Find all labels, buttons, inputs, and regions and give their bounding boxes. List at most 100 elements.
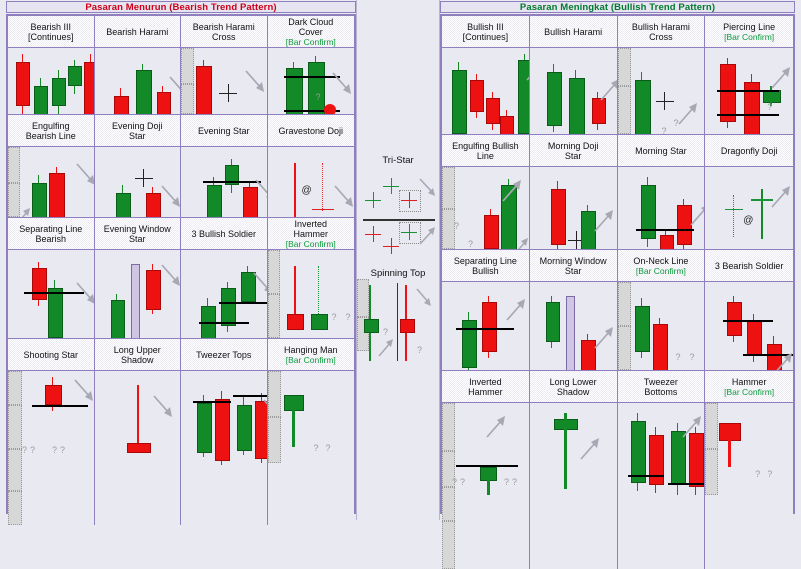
- pattern-name-line2: Hammer: [293, 228, 328, 239]
- pattern-cell-bearish-9[interactable]: Evening WindowStarGAP: [94, 218, 181, 339]
- pattern-artwork: [529, 167, 617, 249]
- down-arrow-icon: [255, 179, 267, 198]
- pattern-artwork: ??: [705, 403, 793, 569]
- pattern-artwork: ??: [8, 147, 94, 217]
- pattern-cell-bearish-3[interactable]: Dark Cloud Cover [Bar Confirm]?: [267, 16, 354, 115]
- pattern-artwork: GAP: [94, 250, 180, 338]
- pattern-cell-bullish-14[interactable]: Tweezer Bottoms: [617, 371, 706, 569]
- pattern-cell-bullish-6[interactable]: Morning Star: [617, 135, 706, 250]
- pattern-cell-bullish-7[interactable]: Dragonfly Doji @: [705, 135, 793, 250]
- up-arrow-icon: [771, 67, 791, 89]
- unknown-marker: ?: [767, 469, 773, 479]
- pattern-name-line2: Bearish: [35, 233, 66, 244]
- pattern-caption: Dragonfly Doji: [705, 135, 793, 167]
- pattern-cell-bearish-15[interactable]: Hanging Man [Bar Confirm]??: [267, 339, 354, 525]
- pattern-artwork: ??: [267, 371, 354, 525]
- pattern-cell-bullish-5[interactable]: Morning Doji Star: [529, 135, 618, 250]
- tristar-block: Tri-Star: [357, 155, 439, 270]
- pending-candle: [442, 521, 455, 569]
- bearish-candle: [689, 433, 704, 487]
- pattern-cell-bullish-11[interactable]: 3 Bearish Soldier: [705, 250, 793, 371]
- pattern-cell-bullish-13[interactable]: Long Lower Shadow: [529, 371, 618, 569]
- up-arrow-icon: [681, 416, 701, 438]
- unknown-marker: ?: [755, 469, 761, 479]
- pattern-artwork: [442, 48, 529, 134]
- pattern-cell-bullish-12[interactable]: Inverted Hammer????: [442, 371, 530, 569]
- pattern-caption: Bearish Harami: [94, 16, 180, 48]
- unknown-marker: ?: [345, 312, 351, 322]
- pattern-artwork: @: [267, 147, 354, 217]
- at-symbol: @: [743, 215, 754, 226]
- pattern-name-line1: Evening Window: [103, 223, 171, 234]
- pattern-caption: Morning Doji Star: [529, 135, 617, 167]
- pattern-name-line2: Bottoms: [644, 386, 678, 397]
- pattern-caption: Bullish III [Continues]: [442, 16, 529, 48]
- pattern-cell-bullish-2[interactable]: Bullish Harami Cross??: [617, 16, 706, 135]
- bar-confirm-label: [Bar Confirm]: [285, 354, 336, 365]
- pattern-cell-bearish-14[interactable]: Tweezer Tops: [181, 339, 268, 525]
- pattern-caption: Hammer [Bar Confirm]: [705, 371, 793, 403]
- bearish-candle: [31, 268, 47, 300]
- pattern-artwork: [94, 147, 180, 217]
- pattern-name-line1: Engulfing Bullish: [452, 140, 519, 151]
- bullish-candle: [34, 86, 48, 114]
- level-line: [456, 465, 518, 467]
- down-arrow-icon: [245, 70, 264, 92]
- down-arrow-icon: [333, 185, 353, 207]
- bearish-candle: [286, 314, 304, 330]
- pattern-name-line2: Star: [128, 130, 146, 141]
- pattern-cell-bearish-4[interactable]: EngulfingBearish Line??: [8, 115, 95, 218]
- unknown-marker: ?: [60, 445, 66, 455]
- pattern-cell-bullish-10[interactable]: On-Neck Line [Bar Confirm]??: [617, 250, 706, 371]
- pattern-cell-bearish-0[interactable]: Bearish III [Continues]: [8, 16, 95, 115]
- pattern-caption: Engulfing Bearish Line: [8, 115, 94, 147]
- pattern-cell-bearish-5[interactable]: Evening Doji Star: [94, 115, 181, 218]
- pattern-cell-bearish-8[interactable]: Separating Line Bearish: [8, 218, 95, 339]
- up-arrow-icon: [594, 210, 613, 232]
- pattern-cell-bearish-7[interactable]: Gravestone Doji @: [267, 115, 354, 218]
- pattern-cell-bullish-4[interactable]: Engulfing Bullish Line??: [442, 135, 530, 250]
- unknown-marker: ?: [313, 443, 319, 453]
- bearish-candle: [649, 435, 664, 485]
- bearish-candle: [481, 302, 497, 352]
- bearish-candle: [49, 173, 65, 217]
- pattern-caption: Evening Doji Star: [94, 115, 180, 147]
- pattern-cell-bearish-11[interactable]: Inverted Hammer [Bar Confirm]??: [267, 218, 354, 339]
- pattern-caption: Inverted Hammer: [442, 371, 529, 403]
- pattern-artwork: [94, 371, 180, 525]
- pattern-caption: Evening Window Star: [94, 218, 180, 250]
- pattern-name-line2: Bullish: [472, 265, 499, 276]
- pending-candle: [8, 371, 22, 405]
- down-arrow-icon: [168, 76, 180, 95]
- pattern-artwork: @: [705, 167, 793, 249]
- pattern-cell-bearish-2[interactable]: Bearish HaramiCross??: [181, 16, 268, 115]
- up-arrow-icon: [600, 80, 617, 101]
- up-arrow-icon: [378, 339, 393, 357]
- bearish-candle: [16, 62, 30, 106]
- pattern-cell-bullish-8[interactable]: Separating Line Bullish: [442, 250, 530, 371]
- pattern-cell-bearish-12[interactable]: Shooting Star????: [8, 339, 95, 525]
- pattern-cell-bearish-6[interactable]: Evening Star: [181, 115, 268, 218]
- pattern-cell-bearish-1[interactable]: Bearish Harami: [94, 16, 181, 115]
- pattern-name-line1: Evening Star: [197, 125, 250, 136]
- pattern-name-line1: Evening Doji: [111, 120, 163, 131]
- bullish-candle: [116, 193, 131, 217]
- pattern-cell-bullish-0[interactable]: Bullish III [Continues]: [442, 16, 530, 135]
- pattern-cell-bullish-15[interactable]: Hammer [Bar Confirm]??: [705, 371, 793, 569]
- pattern-cell-bearish-13[interactable]: Long Upper Shadow: [94, 339, 181, 525]
- pattern-cell-bullish-3[interactable]: Piercing Line [Bar Confirm]?: [705, 16, 793, 135]
- pending-candle: [267, 371, 281, 417]
- bullish-candle: [635, 306, 650, 352]
- doji-cross-green: [401, 224, 417, 240]
- pattern-name-line2: Star: [128, 233, 146, 244]
- pattern-cell-bullish-9[interactable]: Morning WindowStarGAP: [529, 250, 618, 371]
- tristar-label: Tri-Star: [382, 155, 414, 166]
- pattern-name-line1: Tweezer Tops: [196, 349, 252, 360]
- pattern-name-line2: Shadow: [120, 354, 154, 365]
- up-arrow-icon: [506, 299, 525, 321]
- doji-cross-black: [219, 84, 237, 102]
- pattern-cell-bullish-1[interactable]: Bullish Harami: [529, 16, 618, 135]
- down-arrow-icon: [419, 178, 435, 196]
- pattern-cell-bearish-10[interactable]: 3 Bullish Soldier: [181, 218, 268, 339]
- pattern-caption: Gravestone Doji: [267, 115, 354, 147]
